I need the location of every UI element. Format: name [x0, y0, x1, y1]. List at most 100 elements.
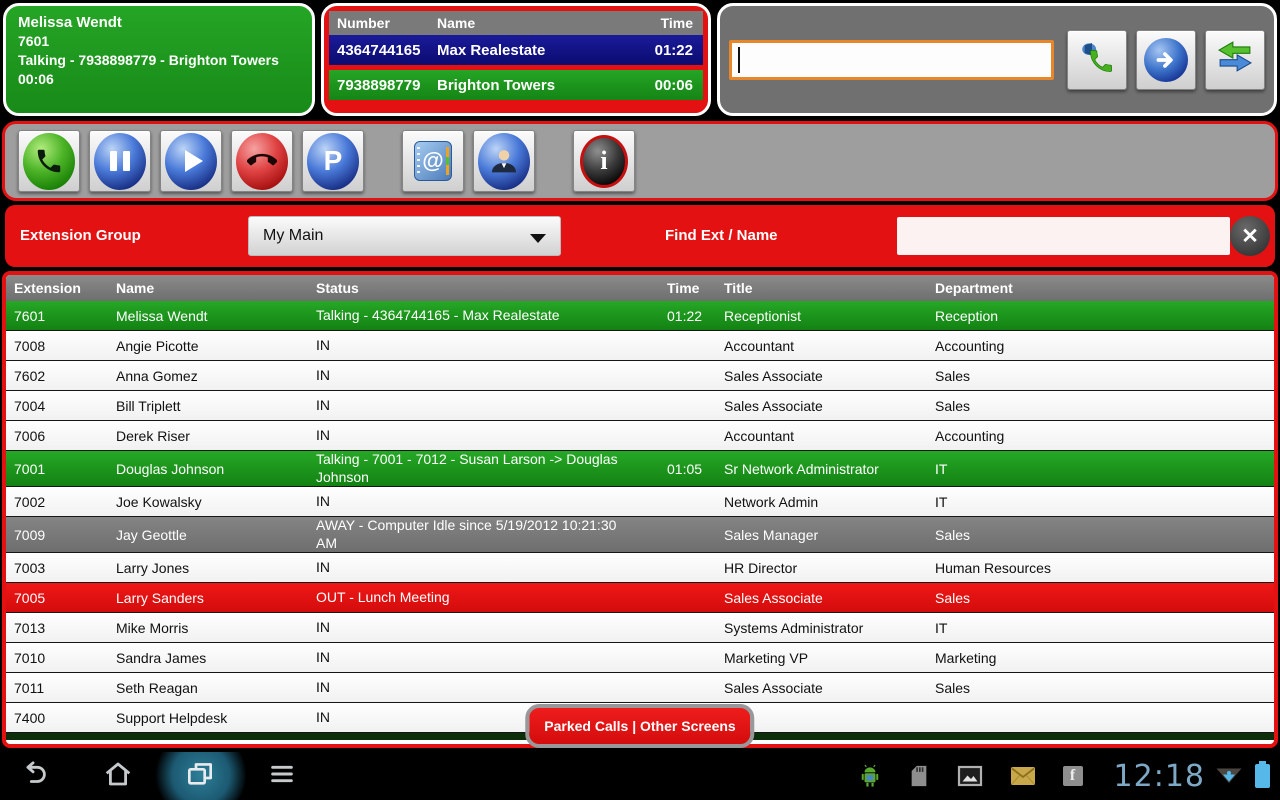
- answer-button[interactable]: [18, 130, 80, 192]
- mail-notification-icon[interactable]: [1010, 766, 1036, 786]
- recents-button[interactable]: [180, 759, 220, 793]
- call-number: 7938898779: [329, 77, 429, 94]
- gallery-notification-icon[interactable]: [957, 764, 983, 788]
- extension-row[interactable]: 7601 Melissa Wendt Talking - 4364744165 …: [6, 301, 1274, 331]
- find-input[interactable]: [897, 217, 1230, 255]
- extensions-table: Extension Name Status Time Title Departm…: [2, 271, 1278, 748]
- hold-button[interactable]: [89, 130, 151, 192]
- call-time: 01:22: [641, 42, 703, 59]
- hangup-button[interactable]: [231, 130, 293, 192]
- extension-row[interactable]: 7011 Seth Reagan IN Sales Associate Sale…: [6, 673, 1274, 703]
- cell-name: Anna Gomez: [108, 368, 308, 384]
- call-row[interactable]: 4364744165 Max Realestate 01:22: [329, 35, 703, 65]
- caller-duration: 00:06: [18, 70, 300, 89]
- back-button[interactable]: [14, 759, 54, 793]
- cell-department: IT: [927, 620, 1274, 636]
- cell-extension: 7601: [6, 308, 108, 324]
- phone-answer-icon: [23, 133, 75, 190]
- sd-card-notification-icon[interactable]: [908, 764, 930, 788]
- cell-department: Marketing: [927, 650, 1274, 666]
- cell-name: Joe Kowalsky: [108, 494, 308, 510]
- phone-dial-icon: [1078, 39, 1116, 80]
- cell-extension: 7008: [6, 338, 108, 354]
- cell-extension: 7005: [6, 590, 108, 606]
- cell-extension: 7004: [6, 398, 108, 414]
- cell-title: Sales Associate: [716, 590, 927, 606]
- phone-hangup-icon: [236, 133, 288, 190]
- system-clock: 12:18: [1114, 759, 1205, 794]
- active-caller-panel[interactable]: Melissa Wendt 7601 Talking - 7938898779 …: [3, 3, 315, 116]
- extension-row[interactable]: 7005 Larry Sanders OUT - Lunch Meeting S…: [6, 583, 1274, 613]
- resume-button[interactable]: [160, 130, 222, 192]
- find-label: Find Ext / Name: [665, 227, 778, 244]
- cell-status: AWAY - Computer Idle since 5/19/2012 10:…: [308, 517, 659, 552]
- col-name: Name: [108, 280, 308, 296]
- cell-name: Douglas Johnson: [108, 461, 308, 477]
- extension-row[interactable]: 7013 Mike Morris IN Systems Administrato…: [6, 613, 1274, 643]
- cell-extension: 7001: [6, 461, 108, 477]
- cell-status: OUT - Lunch Meeting: [308, 589, 659, 607]
- cell-status: IN: [308, 367, 659, 385]
- extension-row[interactable]: 7006 Derek Riser IN Accountant Accountin…: [6, 421, 1274, 451]
- extension-row[interactable]: 7001 Douglas Johnson Talking - 7001 - 70…: [6, 451, 1274, 487]
- clear-search-button[interactable]: ✕: [1230, 216, 1270, 256]
- park-button[interactable]: P: [302, 130, 364, 192]
- calls-list-body: 4364744165 Max Realestate 01:22 79388987…: [329, 35, 703, 100]
- dial-call-button[interactable]: [1067, 30, 1127, 90]
- extension-group-label: Extension Group: [20, 227, 141, 244]
- cell-department: Sales: [927, 368, 1274, 384]
- cell-status: IN: [308, 337, 659, 355]
- contacts-button[interactable]: @: [402, 130, 464, 192]
- extension-row[interactable]: 7009 Jay Geottle AWAY - Computer Idle si…: [6, 517, 1274, 553]
- cell-title: Accountant: [716, 338, 927, 354]
- cell-time: 01:05: [659, 461, 716, 477]
- extension-group-select[interactable]: My Main: [248, 216, 561, 256]
- user-directory-button[interactable]: [473, 130, 535, 192]
- top-row: Melissa Wendt 7601 Talking - 7938898779 …: [3, 3, 1277, 116]
- cell-extension: 7002: [6, 494, 108, 510]
- calls-col-name: Name: [429, 15, 641, 31]
- android-notification-icon[interactable]: [859, 764, 881, 788]
- cell-title: Receptionist: [716, 308, 927, 324]
- cell-department: Accounting: [927, 338, 1274, 354]
- extension-row[interactable]: 7008 Angie Picotte IN Accountant Account…: [6, 331, 1274, 361]
- cell-status: IN: [308, 427, 659, 445]
- cell-department: Human Resources: [927, 560, 1274, 576]
- cell-extension: 7003: [6, 560, 108, 576]
- cell-name: Larry Sanders: [108, 590, 308, 606]
- caller-name: Melissa Wendt: [18, 13, 300, 32]
- col-extension: Extension: [6, 280, 108, 296]
- menu-button[interactable]: [262, 759, 302, 793]
- cell-extension: 7602: [6, 368, 108, 384]
- dial-go-button[interactable]: [1136, 30, 1196, 90]
- status-tray[interactable]: f 12:18: [859, 752, 1270, 800]
- extension-row[interactable]: 7010 Sandra James IN Marketing VP Market…: [6, 643, 1274, 673]
- recents-icon: [184, 758, 216, 795]
- home-icon: [102, 758, 134, 795]
- extension-row[interactable]: 7004 Bill Triplett IN Sales Associate Sa…: [6, 391, 1274, 421]
- info-button[interactable]: i: [573, 130, 635, 192]
- cell-status: IN: [308, 397, 659, 415]
- caller-status: Talking - 7938898779 - Brighton Towers: [18, 51, 300, 70]
- transfer-arrows-icon: [1215, 40, 1255, 79]
- cell-name: Larry Jones: [108, 560, 308, 576]
- home-button[interactable]: [98, 759, 138, 793]
- cell-name: Bill Triplett: [108, 398, 308, 414]
- extension-group-value: My Main: [263, 227, 323, 245]
- extension-row[interactable]: 7003 Larry Jones IN HR Director Human Re…: [6, 553, 1274, 583]
- cell-title: Network Admin: [716, 494, 927, 510]
- dial-number-input[interactable]: [729, 40, 1054, 80]
- extension-row[interactable]: 7602 Anna Gomez IN Sales Associate Sales: [6, 361, 1274, 391]
- text-caret: [738, 47, 740, 73]
- transfer-button[interactable]: [1205, 30, 1265, 90]
- facebook-notification-icon[interactable]: f: [1063, 766, 1083, 786]
- cell-department: Sales: [927, 590, 1274, 606]
- call-control-toolbar: P @ i: [2, 121, 1278, 201]
- cell-department: IT: [927, 494, 1274, 510]
- parked-calls-button[interactable]: Parked Calls | Other Screens: [525, 704, 754, 748]
- cell-department: Sales: [927, 398, 1274, 414]
- cell-department: Sales: [927, 680, 1274, 696]
- call-row[interactable]: 7938898779 Brighton Towers 00:06: [329, 70, 703, 100]
- extension-row[interactable]: 7002 Joe Kowalsky IN Network Admin IT: [6, 487, 1274, 517]
- cell-title: Sales Associate: [716, 398, 927, 414]
